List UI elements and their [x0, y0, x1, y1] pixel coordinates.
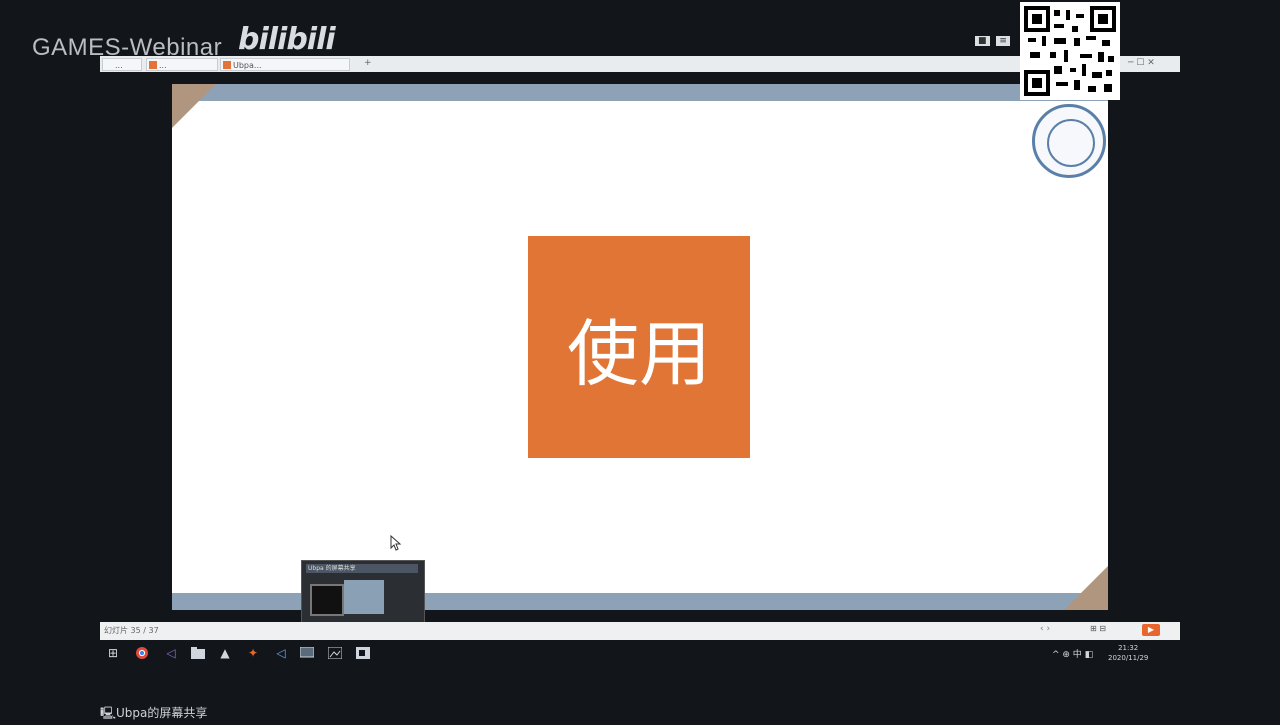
presentation-status-bar: [100, 622, 1180, 640]
mouse-cursor-icon: [390, 535, 402, 551]
window-controls[interactable]: ─ ☐ ✕: [1128, 58, 1155, 68]
slide-counter: 幻灯片 35 / 37: [104, 626, 159, 635]
app-icon: [149, 61, 157, 69]
tab-label: ...: [115, 61, 123, 70]
windows-start-icon[interactable]: ⊞: [104, 644, 122, 662]
tab-label: ...: [159, 61, 167, 70]
monitor-icon: 🖳: [100, 706, 117, 720]
tab-label: Ubpa...: [233, 61, 262, 70]
preview-title: Ubpa 的屏幕共享: [306, 564, 418, 573]
clock-time: 21:32: [1118, 644, 1139, 652]
chrome-icon[interactable]: [133, 644, 151, 662]
game-engine-icon[interactable]: ✦: [244, 644, 262, 662]
browser-tab[interactable]: ...: [146, 58, 218, 71]
qr-code: [1020, 2, 1120, 100]
university-seal: [1032, 104, 1106, 178]
play-icon[interactable]: ▶: [1142, 624, 1160, 636]
file-explorer-icon[interactable]: [189, 644, 207, 662]
taskbar-clock[interactable]: 21:32 2020/11/29: [1108, 643, 1148, 663]
slide-corner-decoration: [172, 84, 216, 128]
slide-nav-buttons[interactable]: ‹ ›: [1040, 624, 1050, 634]
preview-thumbnail[interactable]: [344, 580, 384, 614]
visual-studio-icon[interactable]: ◁: [162, 644, 180, 662]
app-icon: [223, 61, 231, 69]
browser-tab-active[interactable]: Ubpa...: [220, 58, 350, 71]
slide-corner-decoration: [1064, 566, 1108, 610]
slide-title-box: 使用: [528, 236, 750, 458]
toolbar-button[interactable]: ≡: [996, 36, 1010, 46]
preview-thumbnail[interactable]: [310, 584, 344, 616]
browser-tab[interactable]: ...: [102, 58, 142, 71]
vscode-icon[interactable]: ◁: [272, 644, 290, 662]
powerpoint-icon[interactable]: [354, 644, 372, 662]
slide-title-text: 使用: [566, 311, 711, 396]
system-tray[interactable]: ^ ⊕ 中 ◧: [1052, 647, 1093, 660]
bilibili-logo: bilibili: [238, 22, 336, 57]
photos-icon[interactable]: [326, 644, 344, 662]
new-tab-button[interactable]: +: [364, 58, 372, 68]
clock-date: 2020/11/29: [1108, 654, 1149, 662]
zoom-buttons[interactable]: ⊞ ⊟: [1090, 624, 1106, 633]
app-icon[interactable]: ▲: [216, 644, 234, 662]
screen-share-icon[interactable]: [298, 644, 316, 662]
mini-toolbar: ■ ≡: [975, 36, 1014, 46]
toolbar-button[interactable]: ■: [975, 36, 990, 46]
share-label-text: Ubpa的屏幕共享: [116, 706, 208, 720]
screen-share-label: 🖳Ubpa的屏幕共享: [100, 704, 207, 725]
